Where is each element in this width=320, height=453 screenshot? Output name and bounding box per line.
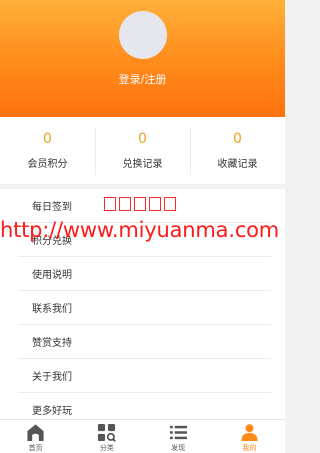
watermark-box	[134, 197, 146, 211]
tab-label: 首页	[28, 444, 43, 452]
stat-value: 0	[43, 131, 52, 147]
profile-header: 登录/注册	[0, 0, 285, 117]
watermark-box	[104, 197, 116, 211]
tab-discover[interactable]: 发现	[143, 420, 214, 453]
stat-exchange-records[interactable]: 0 兑换记录	[95, 117, 190, 184]
profile-page: 登录/注册 0 会员积分 0 兑换记录 0 收藏记录 每日签到 积分兑换 使用说…	[0, 0, 285, 453]
stat-label: 收藏记录	[217, 159, 258, 170]
stat-label: 会员积分	[27, 159, 68, 170]
list-icon	[169, 425, 187, 440]
stat-member-points[interactable]: 0 会员积分	[0, 117, 95, 184]
home-icon	[27, 424, 44, 442]
tab-label: 分类	[99, 444, 114, 452]
watermark-box	[149, 197, 161, 211]
tab-mine[interactable]: 我的	[214, 420, 285, 453]
tab-home[interactable]: 首页	[0, 420, 71, 453]
login-register-link[interactable]: 登录/注册	[0, 71, 285, 87]
stat-value: 0	[138, 131, 147, 147]
bottom-tab-bar: 首页 分类 发现 我的	[0, 419, 285, 453]
stat-label: 兑换记录	[122, 159, 163, 170]
watermark-url: http://www.miyuanma.com	[0, 218, 280, 242]
menu-item-support[interactable]: 赞赏支持	[18, 325, 271, 359]
tab-label: 发现	[171, 444, 186, 452]
watermark-box	[164, 197, 176, 211]
menu-item-instructions[interactable]: 使用说明	[18, 257, 271, 291]
avatar[interactable]	[119, 11, 167, 59]
menu-item-contact-us[interactable]: 联系我们	[18, 291, 271, 325]
tab-label: 我的	[242, 444, 257, 452]
stat-value: 0	[233, 131, 242, 147]
stats-panel: 0 会员积分 0 兑换记录 0 收藏记录	[0, 117, 285, 184]
user-icon	[241, 424, 258, 442]
watermark-boxes	[104, 197, 176, 211]
tab-category[interactable]: 分类	[71, 420, 142, 453]
watermark-box	[119, 197, 131, 211]
menu-item-about-us[interactable]: 关于我们	[18, 359, 271, 393]
stat-favorite-records[interactable]: 0 收藏记录	[190, 117, 285, 184]
category-grid-icon	[98, 423, 117, 442]
